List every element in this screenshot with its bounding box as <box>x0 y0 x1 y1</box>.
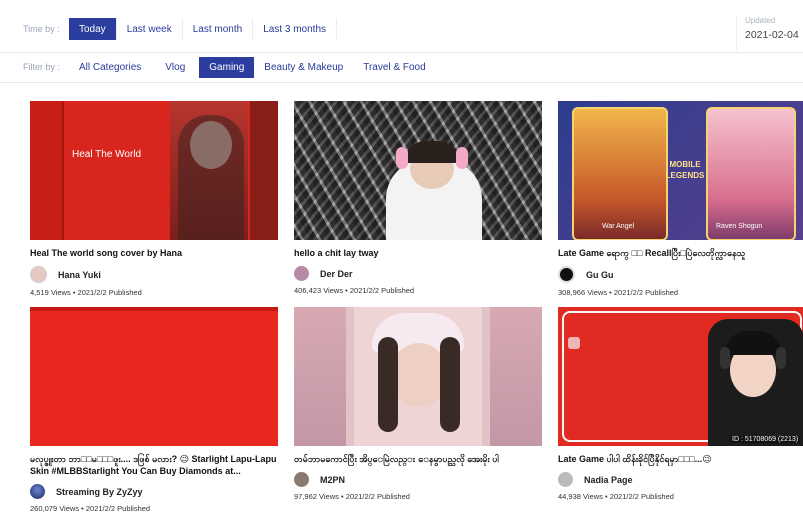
time-option-today[interactable]: Today <box>69 18 117 40</box>
video-author[interactable]: Der Der <box>294 266 542 281</box>
author-name[interactable]: Nadia Page <box>584 475 633 485</box>
video-meta: 260,079 Views • 2021/2/2 Published <box>30 504 151 512</box>
updated-info: Updated 2021-02-04 <box>736 16 803 50</box>
category-option-travel-food[interactable]: Travel & Food <box>353 57 435 78</box>
video-meta: 44,938 Views • 2021/2/2 Published <box>558 492 674 501</box>
video-card[interactable]: Heal The World Heal The world song cover… <box>30 101 278 297</box>
video-author[interactable]: Hana Yuki <box>30 266 278 283</box>
avatar <box>558 266 575 283</box>
video-views: 260,079 Views <box>30 504 80 512</box>
video-title[interactable]: မလုပ္ဖူးတာ ဘာ□□မ□□□ဖူး.... ဒဖြစ် မလား? 😉… <box>30 453 278 478</box>
video-meta: 4,519 Views • 2021/2/2 Published <box>30 288 142 297</box>
author-name[interactable]: Hana Yuki <box>58 270 101 280</box>
video-title[interactable]: တမ်ဘာမကောင်ပြီး အိပ္ေမြဲလည္း ေနမွာပည္သလိ… <box>294 453 542 466</box>
video-author[interactable]: Nadia Page <box>558 472 803 487</box>
video-thumbnail[interactable] <box>294 101 542 240</box>
author-name[interactable]: Gu Gu <box>586 270 614 280</box>
video-thumbnail[interactable] <box>294 307 542 446</box>
time-option-last-3-months[interactable]: Last 3 months <box>253 18 338 40</box>
video-card[interactable]: hello a chit lay tway Der Der 406,423 Vi… <box>294 101 542 295</box>
author-name[interactable]: Streaming By ZyZyy <box>56 487 143 497</box>
video-thumbnail[interactable]: ID : 51708069 (2213) <box>558 307 803 446</box>
category-option-vlog[interactable]: Vlog <box>155 57 195 78</box>
video-title[interactable]: Heal The world song cover by Hana <box>30 247 278 260</box>
time-filter-label: Time by : <box>23 24 60 34</box>
category-option-beauty-makeup[interactable]: Beauty & Makeup <box>254 57 353 78</box>
video-grid: Heal The World Heal The world song cover… <box>30 101 803 512</box>
avatar <box>558 472 573 487</box>
category-filter-label: Filter by : <box>23 62 61 72</box>
video-published: 2021/2/2 Published <box>613 288 679 297</box>
video-author[interactable]: M2PN <box>294 472 542 487</box>
video-thumbnail[interactable]: Heal The World <box>30 101 278 240</box>
video-published: 2021/2/2 Published <box>85 504 151 512</box>
thumbnail-overlay-text: Heal The World <box>72 149 142 160</box>
video-published: 2021/2/2 Published <box>345 492 410 501</box>
thumbnail-overlay-text: ID : 51708069 (2213) <box>730 436 801 443</box>
video-card[interactable]: မလုပ္ဖူးတာ ဘာ□□မ□□□ဖူး.... ဒဖြစ် မလား? 😉… <box>30 307 278 512</box>
video-title[interactable]: Late Game ပါပါ ထိန်းခိုင်ပြီနိုင်ရမှာ□□□… <box>558 453 803 466</box>
video-card[interactable]: တမ်ဘာမကောင်ပြီး အိပ္ေမြဲလည္း ေနမွာပည္သလိ… <box>294 307 542 501</box>
video-published: 2021/2/2 Published <box>349 286 415 295</box>
video-views: 406,423 Views <box>294 286 344 295</box>
time-filter-bar: Time by : Today Last week Last month Las… <box>0 6 803 53</box>
video-meta: 308,966 Views • 2021/2/2 Published <box>558 288 679 297</box>
hero-right-name: Raven Shogun <box>716 223 763 230</box>
video-card[interactable]: MOBILE LEGENDS War Angel Raven Shogun La… <box>558 101 803 297</box>
avatar <box>294 472 309 487</box>
video-published: 2021/2/2 Published <box>77 288 142 297</box>
game-logo: MOBILE LEGENDS <box>665 160 705 180</box>
video-meta: 406,423 Views • 2021/2/2 Published <box>294 286 415 295</box>
time-option-last-month[interactable]: Last month <box>183 18 254 40</box>
category-filter-bar: Filter by : All Categories Vlog Gaming B… <box>0 52 803 83</box>
category-option-gaming[interactable]: Gaming <box>199 56 255 78</box>
avatar <box>30 484 45 499</box>
time-option-last-week[interactable]: Last week <box>117 18 183 40</box>
avatar <box>30 266 47 283</box>
author-name[interactable]: M2PN <box>320 475 345 485</box>
video-views: 97,962 Views <box>294 492 339 501</box>
author-name[interactable]: Der Der <box>320 269 353 279</box>
updated-date: 2021-02-04 <box>745 29 799 41</box>
video-meta: 97,962 Views • 2021/2/2 Published <box>294 492 410 501</box>
video-card[interactable]: ID : 51708069 (2213) Late Game ပါပါ ထိန်… <box>558 307 803 501</box>
video-author[interactable]: Streaming By ZyZyy <box>30 484 278 499</box>
category-option-all[interactable]: All Categories <box>69 57 151 78</box>
hero-left-name: War Angel <box>602 223 635 230</box>
avatar <box>294 266 309 281</box>
video-published: 2021/2/2 Published <box>609 492 674 501</box>
video-views: 308,966 Views <box>558 288 608 297</box>
video-views: 4,519 Views <box>30 288 71 297</box>
video-author[interactable]: Gu Gu <box>558 266 803 283</box>
video-thumbnail[interactable]: MOBILE LEGENDS War Angel Raven Shogun <box>558 101 803 240</box>
updated-label: Updated <box>745 16 776 25</box>
video-title[interactable]: Late Game ရောက္ □□ Recallပြီး□ပြဲလေတိုက္… <box>558 247 803 260</box>
video-thumbnail[interactable] <box>30 307 278 446</box>
video-views: 44,938 Views <box>558 492 603 501</box>
video-title[interactable]: hello a chit lay tway <box>294 247 542 260</box>
